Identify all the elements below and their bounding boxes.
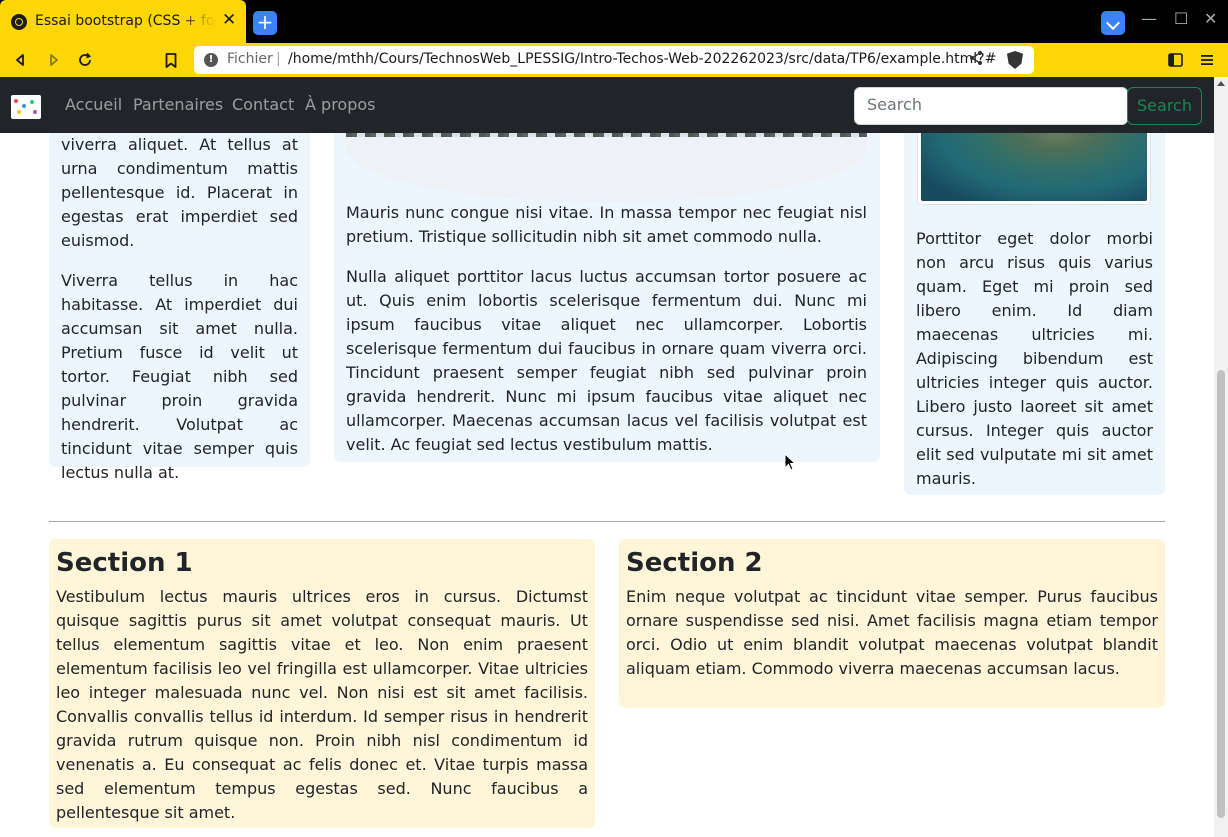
- sidebar-toggle-icon[interactable]: [1162, 43, 1188, 77]
- reload-icon[interactable]: [72, 43, 98, 77]
- right-paragraph-1: Porttitor eget dolor morbi non arcu risu…: [916, 229, 1153, 488]
- url-scheme-label: Fichier: [227, 51, 273, 67]
- search-input[interactable]: Search: [854, 87, 1128, 125]
- mouse-cursor-icon: [784, 453, 796, 471]
- site-info-icon[interactable]: !: [204, 53, 218, 67]
- brave-shield-icon[interactable]: [1007, 51, 1023, 69]
- tab-close-icon[interactable]: ✕: [222, 10, 236, 30]
- right-column-card: Porttitor eget dolor morbi non arcu risu…: [904, 77, 1165, 495]
- site-navbar: Accueil Partenaires Contact À propos Sea…: [0, 77, 1214, 133]
- menu-icon[interactable]: [1194, 43, 1220, 77]
- vertical-scrollbar[interactable]: [1214, 77, 1228, 837]
- middle-paragraph-1: Mauris nunc congue nisi vitae. In massa …: [346, 203, 867, 246]
- url-separator: |: [276, 51, 281, 67]
- section-1-card: Section 1 Vestibulum lectus mauris ultri…: [49, 539, 595, 828]
- nav-link-partenaires[interactable]: Partenaires: [133, 95, 223, 114]
- nav-link-accueil[interactable]: Accueil: [65, 95, 122, 114]
- browser-toolbar: ! Fichier | /home/mthh/Cours/TechnosWeb_…: [0, 43, 1228, 77]
- url-text[interactable]: /home/mthh/Cours/TechnosWeb_LPESSIG/Intr…: [288, 51, 996, 67]
- address-bar[interactable]: ! Fichier | /home/mthh/Cours/TechnosWeb_…: [194, 46, 1034, 74]
- nav-link-contact[interactable]: Contact: [232, 95, 294, 114]
- browser-tab-active[interactable]: Essai bootstrap (CSS + fonts) ✕: [0, 0, 246, 43]
- new-tab-button[interactable]: +: [253, 11, 277, 35]
- tab-search-dropdown-icon[interactable]: [1101, 11, 1125, 35]
- bookmark-icon[interactable]: [158, 43, 184, 77]
- brand-logo[interactable]: [11, 95, 41, 119]
- section-2-text: Enim neque volutpat ac tincidunt vitae s…: [626, 587, 1158, 678]
- left-paragraph-2: Viverra tellus in hac habitasse. At impe…: [61, 271, 298, 482]
- middle-paragraph-2: Nulla aliquet porttitor lacus luctus acc…: [346, 267, 867, 454]
- section-2-title: Section 2: [626, 548, 763, 578]
- scrollbar-thumb[interactable]: [1217, 370, 1225, 818]
- nav-link-a-propos[interactable]: À propos: [305, 95, 375, 114]
- browser-tab-strip: Essai bootstrap (CSS + fonts) ✕ + — ☐ ✕: [0, 0, 1228, 43]
- left-column-card: viverra aliquet. At tellus at urna condi…: [49, 77, 310, 482]
- forward-icon[interactable]: [40, 43, 66, 77]
- scroll-up-arrow-icon[interactable]: [1217, 81, 1225, 86]
- middle-column-card: Mauris nunc congue nisi vitae. In massa …: [334, 77, 880, 462]
- search-button[interactable]: Search: [1127, 87, 1202, 125]
- window-minimize-button[interactable]: —: [1141, 10, 1157, 28]
- section-1-title: Section 1: [56, 548, 193, 578]
- section-1-text: Vestibulum lectus mauris ultrices eros i…: [56, 587, 588, 822]
- back-icon[interactable]: [8, 43, 34, 77]
- page-viewport: viverra aliquet. At tellus at urna condi…: [0, 77, 1214, 837]
- left-paragraph-1: viverra aliquet. At tellus at urna condi…: [61, 135, 298, 250]
- tab-title: Essai bootstrap (CSS + fonts): [35, 13, 215, 29]
- window-close-button[interactable]: ✕: [1204, 10, 1217, 28]
- globe-icon: [11, 14, 27, 30]
- share-icon[interactable]: [969, 50, 983, 70]
- horizontal-rule: [49, 521, 1165, 522]
- section-2-card: Section 2 Enim neque volutpat ac tincidu…: [619, 539, 1165, 708]
- window-maximize-button[interactable]: ☐: [1174, 10, 1188, 28]
